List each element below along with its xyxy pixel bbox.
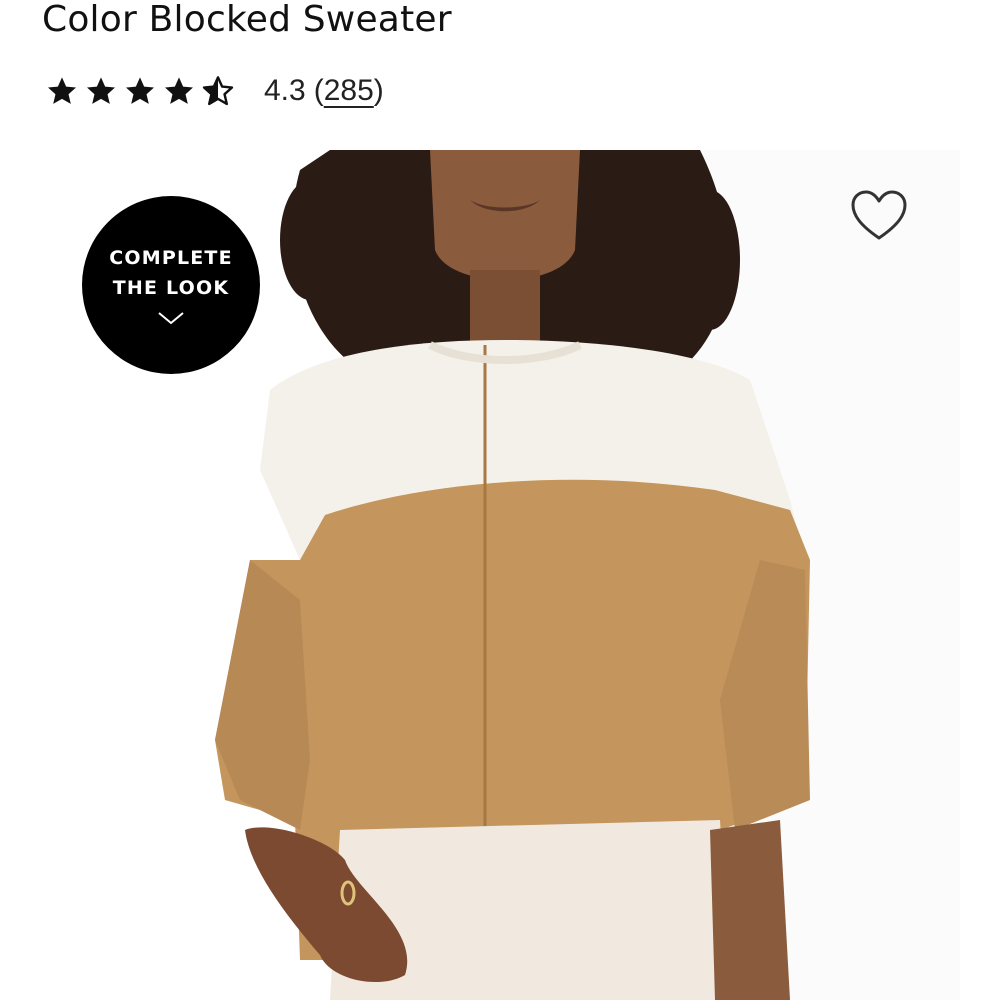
star-full-icon xyxy=(48,77,76,104)
review-count-open: ( xyxy=(313,74,324,107)
rating-value: 4.3 xyxy=(264,74,306,107)
complete-look-line2: THE LOOK xyxy=(112,277,230,299)
star-rating xyxy=(46,75,234,107)
complete-the-look-button[interactable]: COMPLETE THE LOOK xyxy=(82,196,260,374)
complete-look-line1: COMPLETE xyxy=(109,247,233,269)
star-full-icon xyxy=(126,77,154,104)
heart-outline-icon[interactable] xyxy=(850,190,908,244)
product-page: Color Blocked Sweater 4.3 (285) COMPLETE… xyxy=(0,0,1000,1000)
chevron-down-icon xyxy=(158,312,184,325)
review-count-close: ) xyxy=(373,74,384,107)
review-count[interactable]: 285 xyxy=(324,74,374,107)
star-full-icon xyxy=(87,77,115,104)
rating-row: 4.3 (285) xyxy=(46,70,384,112)
star-half-icon xyxy=(202,76,234,106)
star-full-icon xyxy=(165,77,193,104)
review-count-link[interactable]: (285) xyxy=(314,71,384,111)
product-title: Color Blocked Sweater xyxy=(42,0,452,40)
